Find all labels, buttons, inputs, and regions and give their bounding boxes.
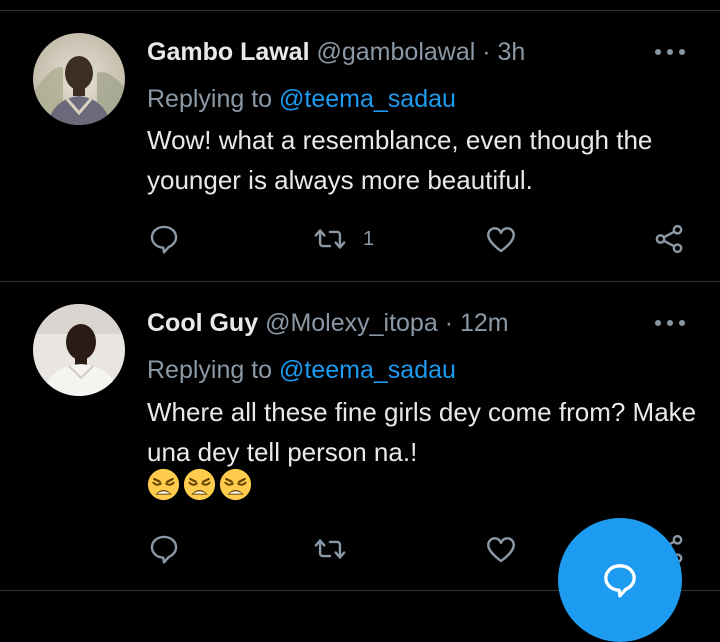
retweet-icon [314, 539, 346, 559]
weary-face-icon [219, 468, 252, 501]
avatar[interactable] [33, 304, 125, 396]
like-button[interactable] [484, 532, 518, 566]
replying-to-label: Replying to [147, 356, 273, 384]
retweet-icon [314, 229, 346, 249]
retweet-button[interactable]: 1 [313, 222, 374, 256]
tweet-header: Gambo Lawal @gambolawal · 3h [147, 37, 525, 67]
display-name[interactable]: Gambo Lawal [147, 38, 310, 66]
user-handle[interactable]: @gambolawal [317, 38, 476, 66]
replying-to-line: Replying to @teema_sadau [147, 84, 456, 114]
heart-icon [487, 537, 515, 563]
retweet-count: 1 [363, 227, 375, 250]
more-options-icon[interactable] [652, 42, 688, 62]
compose-reply-icon [604, 564, 636, 598]
avatar[interactable] [33, 33, 125, 125]
replying-to-line: Replying to @teema_sadau [147, 355, 456, 385]
share-icon [655, 224, 683, 254]
more-options-icon[interactable] [652, 313, 688, 333]
emoji-row [147, 468, 252, 501]
tweet-text: Wow! what a resemblance, even though the… [147, 125, 653, 195]
comment-icon [150, 225, 178, 254]
header-separator: · [444, 309, 454, 337]
weary-face-icon [183, 468, 216, 501]
tweet-text: Where all these fine girls dey come from… [147, 397, 697, 467]
share-button[interactable] [652, 222, 686, 256]
header-separator: · [482, 38, 491, 66]
heart-icon [487, 227, 515, 253]
replying-to-mention[interactable]: @teema_sadau [279, 356, 456, 384]
comment-icon [150, 535, 178, 564]
reply-button[interactable] [147, 532, 181, 566]
weary-face-icon [147, 468, 180, 501]
replying-to-label: Replying to [147, 85, 273, 113]
timestamp[interactable]: 3h [498, 38, 526, 66]
tweet-gambo-lawal[interactable]: Gambo Lawal @gambolawal · 3h Replying to… [0, 0, 720, 280]
like-button[interactable] [484, 222, 518, 256]
replying-to-mention[interactable]: @teema_sadau [279, 85, 456, 113]
reply-button[interactable] [147, 222, 181, 256]
display-name[interactable]: Cool Guy [147, 309, 258, 337]
timestamp[interactable]: 12m [460, 309, 509, 337]
compose-reply-button[interactable] [558, 518, 682, 642]
retweet-button[interactable] [313, 532, 347, 566]
user-handle[interactable]: @Molexy_itopa [265, 309, 438, 337]
tweet-header: Cool Guy @Molexy_itopa · 12m [147, 308, 509, 338]
